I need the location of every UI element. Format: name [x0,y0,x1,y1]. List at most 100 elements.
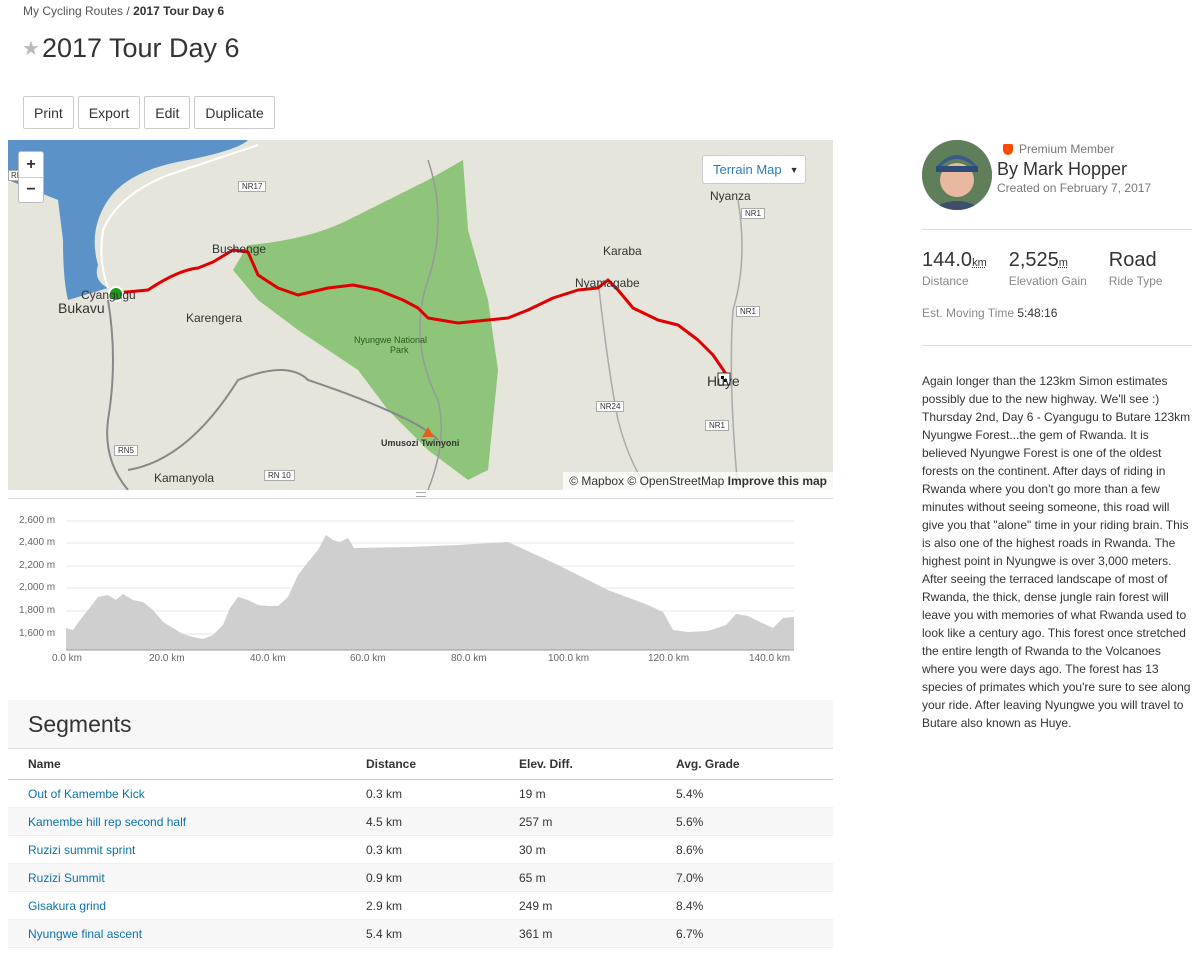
segment-elev: 30 m [519,835,676,864]
x-tick-140: 140.0 km [749,653,791,664]
segment-distance: 5.4 km [366,919,519,948]
map-label-bushenge: Bushenge [212,242,267,256]
stat-ride-type: Road Ride Type [1109,249,1163,288]
distance-value: 144.0 [922,249,973,271]
segment-link[interactable]: Kamembe hill rep second half [8,807,366,836]
moving-time-label: Est. Moving Time [922,306,1015,320]
improve-map-link[interactable]: Improve this map [728,474,827,488]
map-label-park: Park [390,345,409,355]
x-tick-20: 20.0 km [149,653,185,664]
title-row: ★ 2017 Tour Day 6 [22,33,240,64]
road-shield-rn10: RN 10 [264,470,295,481]
stat-elevation: 2,525m Elevation Gain [1009,249,1087,288]
table-row: Gisakura grind 2.9 km 249 m 8.4% [8,891,833,920]
export-button[interactable]: Export [77,96,141,129]
duplicate-button[interactable]: Duplicate [194,96,275,129]
zoom-control: + − [18,151,44,203]
segment-elev: 257 m [519,807,676,836]
route-description: Again longer than the 123km Simon estima… [922,374,1191,730]
segments-panel: Segments Name Distance Elev. Diff. Avg. … [8,700,833,948]
chevron-down-icon: ▼ [789,164,799,175]
segment-link[interactable]: Nyungwe final ascent [8,919,366,948]
map-resize-handle[interactable] [8,490,833,499]
x-tick-100: 100.0 km [548,653,590,664]
x-tick-40: 40.0 km [250,653,286,664]
terrain-map-label: Terrain Map [713,162,782,177]
elevation-label: Elevation Gain [1008,274,1087,288]
grip-icon [415,491,426,497]
road-shield-nr1a: NR1 [741,208,766,219]
breadcrumb-current: 2017 Tour Day 6 [133,4,225,18]
osm-link[interactable]: © OpenStreetMap [627,474,724,488]
y-tick-2200: 2,200 m [19,560,56,571]
x-tick-0: 0.0 km [52,653,83,664]
distance-unit: km [972,257,987,269]
segment-elev: 249 m [519,891,676,920]
segment-distance: 2.9 km [366,891,519,920]
star-icon[interactable]: ★ [22,36,40,61]
premium-badge: Premium Member [1003,142,1114,156]
table-row: Kamembe hill rep second half 4.5 km 257 … [8,807,833,836]
created-date: Created on February 7, 2017 [997,181,1152,195]
stat-distance: 144.0km Distance [922,249,987,288]
segment-link[interactable]: Out of Kamembe Kick [8,779,366,808]
segment-grade: 6.7% [676,919,833,948]
mapbox-link[interactable]: © Mapbox [569,474,624,488]
premium-shield-icon [1003,143,1013,155]
avatar[interactable] [922,140,992,210]
elevation-chart[interactable]: 2,600 m 2,400 m 2,200 m 2,000 m 1,800 m … [8,510,798,670]
table-row: Out of Kamembe Kick 0.3 km 19 m 5.4% [8,779,833,808]
column-distance[interactable]: Distance [366,748,519,780]
page-title: 2017 Tour Day 6 [41,33,240,63]
ride-type-value: Road [1108,249,1157,271]
map-label-karaba: Karaba [603,244,642,258]
map-label-kamanyola: Kamanyola [154,471,215,485]
breadcrumb-separator: / [126,4,130,18]
athlete-name-link[interactable]: By Mark Hopper [997,159,1127,180]
zoom-out-button[interactable]: − [19,177,43,202]
table-row: Ruzizi Summit 0.9 km 65 m 7.0% [8,863,833,892]
x-tick-60: 60.0 km [350,653,386,664]
elevation-unit: m [1058,257,1068,269]
moving-time: Est. Moving Time 5:48:16 [922,306,1057,320]
elevation-profile [66,535,794,650]
segment-grade: 7.0% [676,863,833,892]
table-row: Nyungwe final ascent 5.4 km 361 m 6.7% [8,919,833,948]
map-label-nyanza: Nyanza [710,189,751,203]
column-elev-diff[interactable]: Elev. Diff. [519,748,676,780]
ride-type-label: Ride Type [1108,274,1163,288]
segment-link[interactable]: Gisakura grind [8,891,366,920]
column-avg-grade[interactable]: Avg. Grade [676,748,833,780]
route-map[interactable]: Bukavu Cyangugu Karengera Bushenge Nyung… [8,140,833,490]
breadcrumb-parent-link[interactable]: My Cycling Routes [23,4,123,18]
y-tick-1600: 1,600 m [19,628,56,639]
segment-link[interactable]: Ruzizi Summit [8,863,366,892]
segments-header-row: Name Distance Elev. Diff. Avg. Grade [8,748,833,780]
map-label-huye: Huye [707,373,740,389]
segment-distance: 4.5 km [366,807,519,836]
zoom-in-button[interactable]: + [19,152,43,177]
edit-button[interactable]: Edit [144,96,191,129]
premium-label: Premium Member [1019,142,1115,156]
segment-elev: 65 m [519,863,676,892]
terrain-map-dropdown[interactable]: Terrain Map ▼ [702,155,806,184]
segments-heading: Segments [8,700,833,748]
road-shield-nr24: NR24 [596,401,625,412]
segment-distance: 0.3 km [366,835,519,864]
map-label-bukavu: Bukavu [58,300,105,316]
map-label-cyangugu: Cyangugu [81,288,136,302]
segment-elev: 19 m [519,779,676,808]
road-shield-nr17: NR17 [238,181,267,192]
segment-link[interactable]: Ruzizi summit sprint [8,835,366,864]
print-button[interactable]: Print [23,96,74,129]
segment-distance: 0.3 km [366,779,519,808]
breadcrumb: My Cycling Routes / 2017 Tour Day 6 [23,4,224,18]
y-tick-2000: 2,000 m [19,582,56,593]
road-shield-nr1b: NR1 [736,306,761,317]
elevation-value: 2,525 [1008,249,1059,271]
x-tick-120: 120.0 km [648,653,690,664]
route-stats: 144.0km Distance 2,525m Elevation Gain R… [922,249,1185,288]
map-attribution: © Mapbox © OpenStreetMap Improve this ma… [563,472,833,490]
divider [922,229,1192,230]
column-name[interactable]: Name [8,748,366,780]
